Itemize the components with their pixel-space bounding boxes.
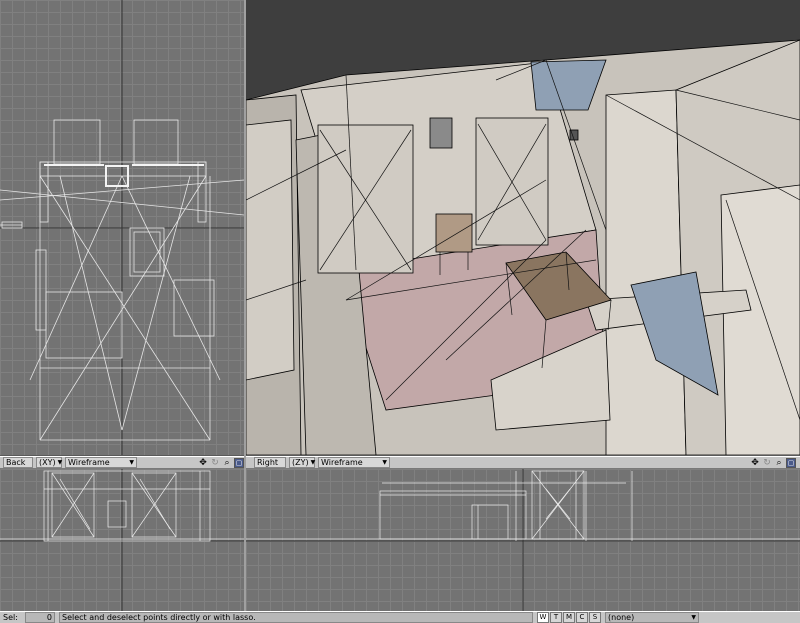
move-icon[interactable]: ✥	[198, 458, 208, 468]
mode-label: Wireframe	[321, 458, 363, 467]
rotate-icon[interactable]: ↻	[210, 458, 220, 468]
viewport-header-back: Back (XY) ▼ Wireframe ▼ ✥ ↻ ⌕ ▢	[0, 456, 244, 469]
dropdown-arrow-icon: ▼	[691, 614, 696, 621]
selection-set-dropdown[interactable]: (none) ▼	[605, 612, 699, 623]
mode-button-w[interactable]: W	[537, 612, 549, 623]
view-dropdown-back[interactable]: Back	[3, 457, 33, 468]
dropdown-arrow-icon: ▼	[310, 459, 316, 466]
view-label: Back	[6, 458, 26, 467]
axes-label: (ZY)	[292, 458, 309, 467]
dropdown-arrow-icon: ▼	[382, 459, 387, 466]
mode-label: Wireframe	[68, 458, 110, 467]
right-wireframe	[246, 469, 800, 611]
viewport-header-right: Right (ZY) ▼ Wireframe ▼ ✥ ↻ ⌕ ▢	[246, 456, 800, 469]
mode-button-m[interactable]: M	[563, 612, 575, 623]
top-wireframe	[0, 0, 244, 455]
move-icon[interactable]: ✥	[750, 458, 760, 468]
mode-button-c[interactable]: C	[576, 612, 588, 623]
maximize-icon[interactable]: ▢	[234, 457, 244, 468]
selection-label: Sel:	[3, 613, 18, 622]
selection-set-label: (none)	[608, 613, 635, 622]
mode-button-t[interactable]: T	[550, 612, 562, 623]
render-mode-dropdown-back[interactable]: Wireframe ▼	[65, 457, 137, 468]
zoom-icon[interactable]: ⌕	[222, 458, 232, 468]
perspective-scene	[246, 39, 800, 455]
zoom-icon[interactable]: ⌕	[774, 458, 784, 468]
dropdown-arrow-icon: ▼	[129, 459, 134, 466]
dropdown-arrow-icon: ▼	[57, 459, 63, 466]
status-message: Select and deselect points directly or w…	[59, 612, 533, 623]
back-wireframe	[0, 469, 244, 611]
view-dropdown-right[interactable]: Right	[254, 457, 286, 468]
axes-dropdown-back[interactable]: (XY) ▼	[36, 457, 62, 468]
status-bar: Sel: 0 Select and deselect points direct…	[0, 611, 800, 623]
axes-label: (XY)	[39, 458, 56, 467]
mode-button-s[interactable]: S	[589, 612, 601, 623]
axes-dropdown-right[interactable]: (ZY) ▼	[289, 457, 315, 468]
rotate-icon[interactable]: ↻	[762, 458, 772, 468]
viewport-top-left[interactable]	[0, 0, 244, 455]
render-mode-dropdown-right[interactable]: Wireframe ▼	[318, 457, 390, 468]
selection-count: 0	[25, 612, 55, 623]
viewport-perspective[interactable]	[246, 0, 800, 455]
viewport-right[interactable]	[246, 469, 800, 611]
viewport-back[interactable]	[0, 469, 244, 611]
maximize-icon[interactable]: ▢	[786, 457, 796, 468]
view-label: Right	[257, 458, 279, 467]
